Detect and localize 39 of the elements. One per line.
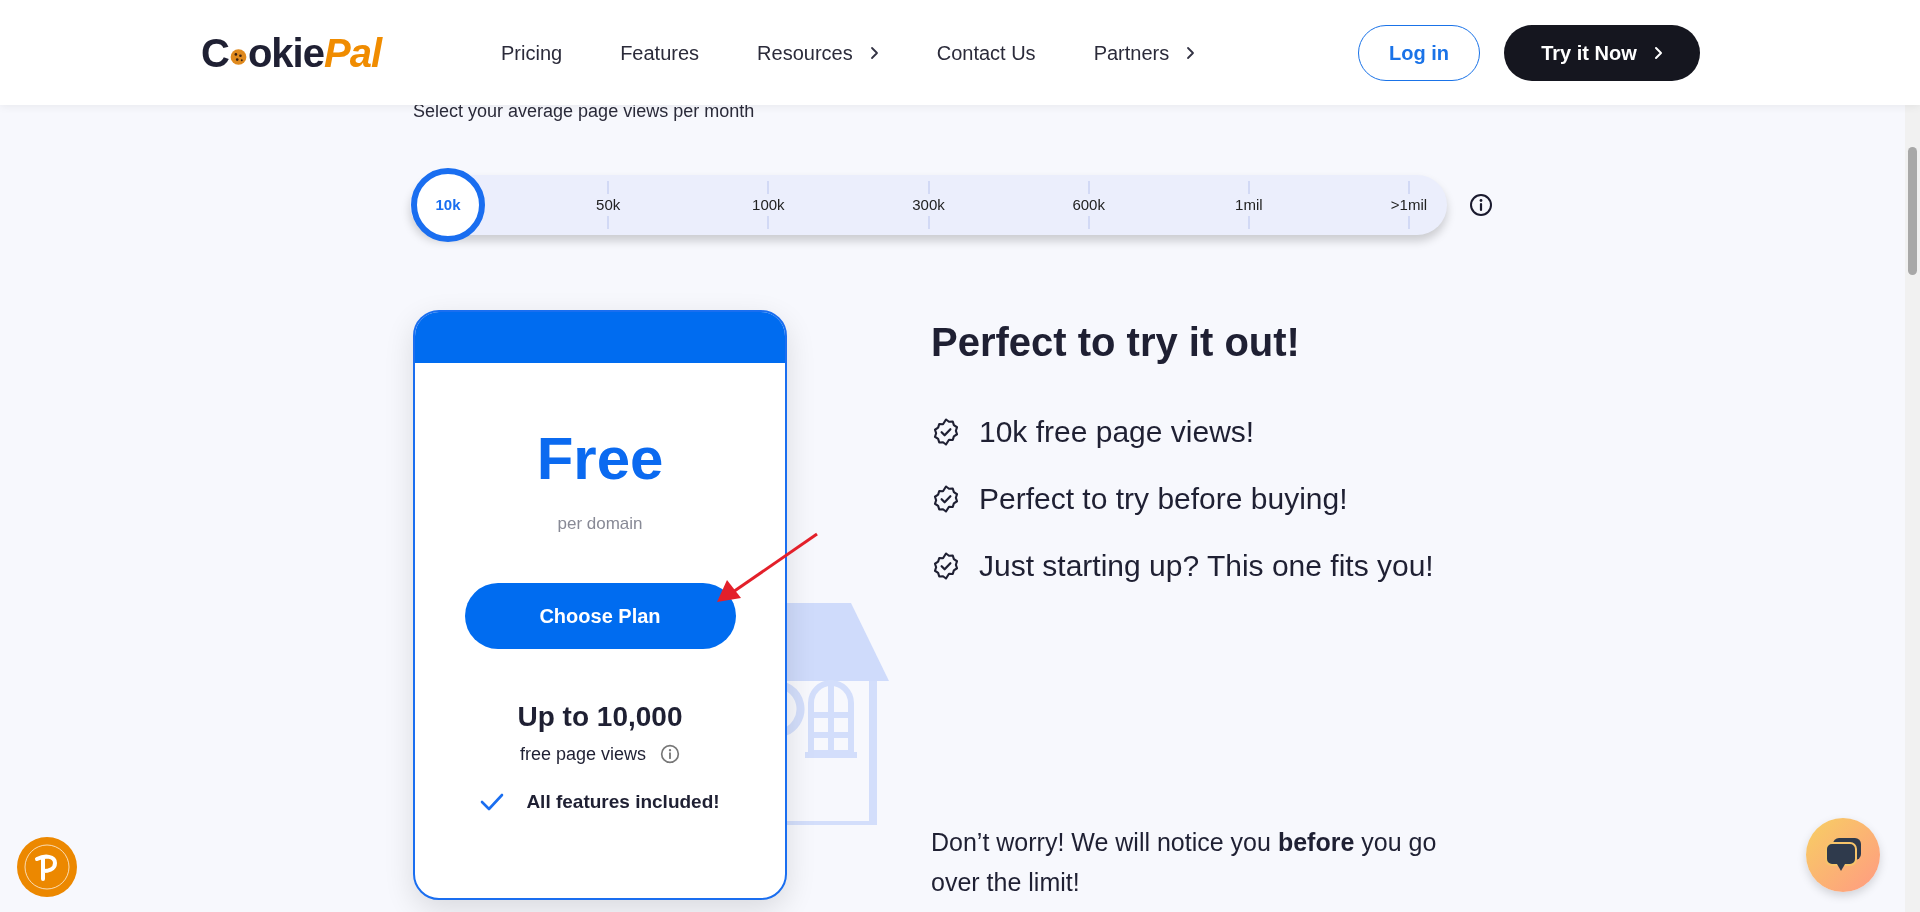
badge-check-icon: [931, 484, 961, 514]
limit-notice: Don’t worry! We will notice you before you go over the limit!: [931, 827, 1438, 898]
choose-plan-button[interactable]: Choose Plan: [464, 582, 736, 649]
slider-stop-label[interactable]: 50k: [595, 193, 622, 217]
login-button[interactable]: Log in: [1358, 24, 1480, 81]
info-icon[interactable]: [1469, 193, 1493, 217]
plan-heading: Perfect to try it out!: [931, 319, 1301, 366]
slider-stop-label[interactable]: 100k: [751, 193, 786, 217]
nav-link[interactable]: Features: [620, 37, 700, 68]
slider-stop-label[interactable]: 600k: [1071, 193, 1106, 217]
nav-link[interactable]: Partners: [1093, 37, 1196, 68]
slider-stop-label[interactable]: 10k: [435, 193, 461, 217]
logo-text: C: [201, 29, 229, 77]
limit-note: free page views: [519, 742, 647, 766]
chat-button[interactable]: [1806, 818, 1880, 892]
nav-link[interactable]: Pricing: [501, 37, 563, 68]
feature-text: All features included!: [526, 789, 720, 814]
check-icon: [480, 792, 505, 811]
nav-link[interactable]: Resources: [757, 37, 879, 68]
benefit-text: 10k free page views!: [979, 416, 1255, 448]
brand-badge[interactable]: [17, 837, 77, 897]
benefit-text: Perfect to try before buying!: [979, 483, 1348, 515]
badge-check-icon: [931, 417, 961, 447]
chevron-icon: [1652, 45, 1663, 60]
letter-p-icon: [23, 843, 71, 891]
logo[interactable]: C okiePal: [201, 22, 381, 83]
logo-text: okie: [247, 29, 324, 77]
try-now-button[interactable]: Try it Now: [1504, 24, 1700, 81]
price-unit: per domain: [557, 513, 643, 535]
slider-title: Select your average page views per month: [413, 100, 756, 123]
slider-stop-label[interactable]: 1mil: [1234, 193, 1264, 217]
slider-stop-label[interactable]: 300k: [911, 193, 946, 217]
plan-price: Free: [536, 427, 664, 491]
badge-check-icon: [931, 551, 961, 581]
benefit-text: Just starting up? This one fits you!: [979, 550, 1434, 582]
view-limit: Up to 10,000: [517, 700, 683, 733]
nav-link[interactable]: Contact Us: [936, 37, 1036, 68]
logo-accent-text: Pal: [323, 29, 381, 77]
slider-stop-label[interactable]: >1mil: [1389, 193, 1429, 217]
